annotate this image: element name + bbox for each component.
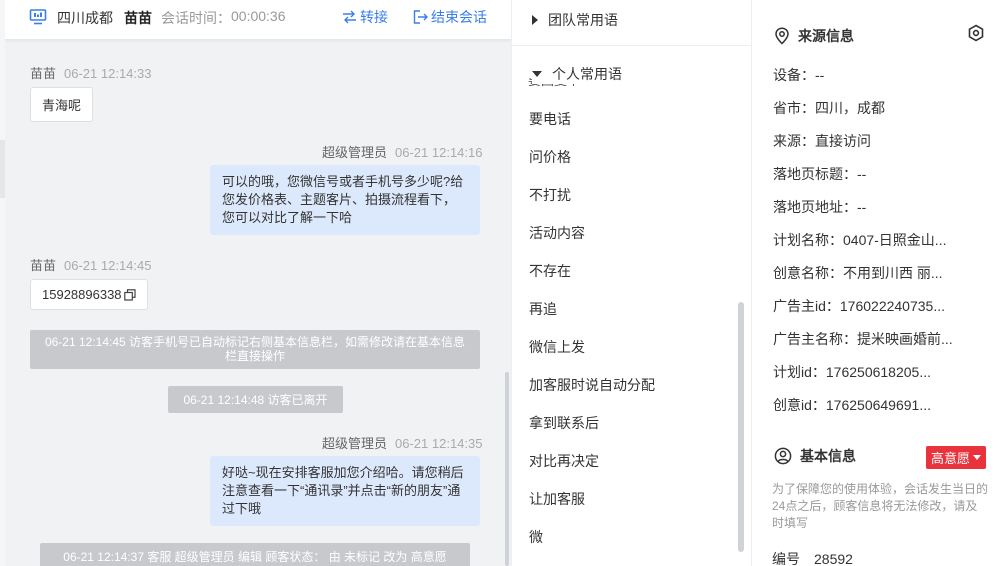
- phrase-item[interactable]: 加客服时说自动分配: [529, 375, 655, 395]
- info-row-city: 省市：四川，成都: [773, 100, 885, 116]
- personal-phrases-group[interactable]: 个人常用语: [532, 64, 622, 84]
- phone-number: 15928896338: [42, 287, 122, 302]
- sender-name: 苗苗: [30, 66, 57, 81]
- end-session-label: 结束会话: [431, 9, 487, 25]
- info-row-creative-name: 创意名称：不用到川西 丽...: [773, 265, 943, 281]
- phrase-item[interactable]: 不存在: [529, 261, 571, 281]
- info-row-plan-id: 计划id：176250618205...: [773, 364, 931, 380]
- transfer-label: 转接: [360, 9, 388, 25]
- personal-phrases-label: 个人常用语: [552, 66, 622, 82]
- end-session-button[interactable]: 结束会话: [413, 7, 487, 27]
- phrase-item[interactable]: 不打扰: [529, 185, 571, 205]
- intent-status-label: 高意愿: [931, 451, 971, 466]
- basic-info-title: 基本信息: [800, 448, 856, 464]
- session-time: 00:00:36: [231, 8, 286, 24]
- agent-message-bubble: 好哒~现在安排客服加您介绍哈。请您稍后注意查看一下“通讯录”并点击“新的朋友”通…: [210, 456, 480, 526]
- info-row-advertiser-name: 广告主名称：提米映画婚前...: [773, 331, 953, 347]
- source-info-header: 来源信息: [774, 26, 854, 46]
- visitor-info-panel: 来源信息 设备：-- 省市：四川，成都 来源：直接访问 落地页标题：-- 落地页…: [751, 0, 1002, 566]
- message-timestamp: 06-21 12:14:45: [64, 258, 152, 273]
- phrases-scrollbar[interactable]: [738, 302, 744, 552]
- info-row-device: 设备：--: [773, 67, 825, 83]
- customer-number-value: 28592: [814, 551, 853, 566]
- settings-icon[interactable]: [967, 24, 985, 42]
- visitor-name: 苗苗: [124, 10, 152, 26]
- session-time-label: 会话时间：: [161, 10, 231, 26]
- info-row-landing-title: 落地页标题：--: [773, 166, 867, 182]
- copy-icon[interactable]: [123, 288, 136, 301]
- info-row-source: 来源：直接访问: [773, 133, 871, 149]
- phrase-item[interactable]: 要电话: [529, 109, 571, 129]
- edit-deadline-note: 为了保障您的使用体验，会话发生当日的24点之后，顾客信息将无法修改，请及时填写: [772, 482, 989, 530]
- exit-icon: [413, 10, 428, 24]
- message-timestamp: 06-21 12:14:33: [64, 66, 152, 81]
- transfer-icon: [343, 10, 356, 24]
- visitor-phone-bubble: 15928896338: [30, 279, 148, 310]
- phrase-item[interactable]: 再追: [529, 299, 557, 319]
- phrase-item[interactable]: 让加客服: [529, 489, 585, 509]
- info-row-advertiser-id: 广告主id：176022240735...: [773, 298, 945, 314]
- team-phrases-group[interactable]: 团队常用语: [532, 10, 618, 30]
- system-message: 06-21 12:14:45 访客手机号已自动标记右侧基本信息栏，如需修改请在基…: [30, 330, 480, 369]
- message-sender: 超级管理员 06-21 12:14:35: [322, 433, 482, 452]
- caret-down-icon: [973, 455, 982, 460]
- phrase-item[interactable]: 活动内容: [529, 223, 585, 243]
- system-message: 06-21 12:14:48 访客已离开: [168, 386, 343, 413]
- customer-number-row: 编号 28592: [772, 549, 853, 566]
- location-pin-icon: [775, 27, 789, 45]
- team-phrases-label: 团队常用语: [548, 12, 618, 28]
- phrase-item[interactable]: 拿到联系后: [529, 413, 599, 433]
- intent-status-dropdown[interactable]: 高意愿: [926, 446, 987, 469]
- system-message: 06-21 12:14:37 客服 超级管理员 编辑 顾客状态： 由 未标记 改…: [40, 543, 470, 566]
- message-sender: 超级管理员 06-21 12:14:16: [322, 142, 482, 161]
- chat-header: 四川成都 苗苗 会话时间： 00:00:36 转接 结束会话: [5, 0, 511, 40]
- visitor-message-bubble: 青海呢: [30, 87, 94, 122]
- agent-message-bubble: 可以的哦，您微信号或者手机号多少呢?给您发价格表、主题客片、拍摄流程看下，您可以…: [210, 165, 480, 235]
- user-icon: [774, 447, 792, 465]
- chat-panel: 四川成都 苗苗 会话时间： 00:00:36 转接 结束会话 苗苗 06-21 1…: [5, 0, 511, 566]
- monitor-icon: [29, 9, 47, 25]
- visitor-location: 四川成都: [57, 10, 113, 26]
- customer-number-label: 编号: [772, 551, 800, 566]
- info-row-landing-url: 落地页地址：--: [773, 199, 867, 215]
- basic-info-header: 基本信息: [774, 446, 856, 466]
- phrase-item[interactable]: 微信上发: [529, 337, 585, 357]
- common-phrases-panel: 团队常用语 要回复个 个人常用语 要电话 问价格 不打扰 活动内容 不存在 再追…: [511, 0, 751, 566]
- chat-scrollbar[interactable]: [505, 372, 509, 566]
- transfer-button[interactable]: 转接: [342, 7, 388, 27]
- sender-name: 苗苗: [30, 258, 57, 273]
- info-row-plan-name: 计划名称：0407-日照金山...: [773, 232, 947, 248]
- sender-name: 超级管理员: [322, 145, 388, 160]
- info-row-creative-id: 创意id：176250649691...: [773, 397, 931, 413]
- source-info-title: 来源信息: [798, 28, 854, 44]
- message-sender: 苗苗 06-21 12:14:33: [30, 63, 151, 82]
- divider: [512, 45, 751, 46]
- message-sender: 苗苗 06-21 12:14:45: [30, 255, 151, 274]
- phrase-item[interactable]: 问价格: [529, 147, 571, 167]
- sender-name: 超级管理员: [322, 436, 388, 451]
- caret-right-icon: [532, 15, 538, 25]
- phrase-item[interactable]: 对比再决定: [529, 451, 599, 471]
- message-timestamp: 06-21 12:14:35: [395, 436, 483, 451]
- phrase-item[interactable]: 微: [529, 527, 543, 547]
- caret-down-icon: [532, 71, 542, 77]
- message-timestamp: 06-21 12:14:16: [395, 145, 483, 160]
